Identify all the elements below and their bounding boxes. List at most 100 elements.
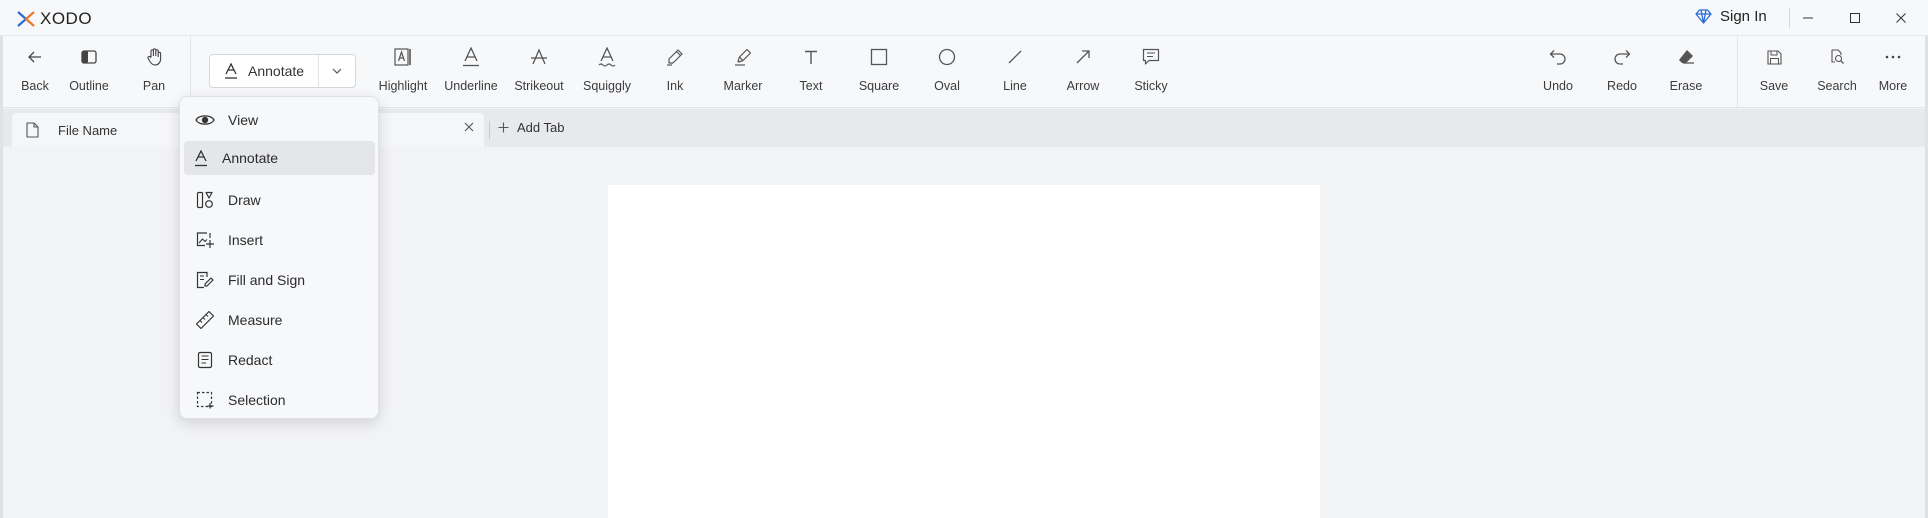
square-icon — [870, 48, 888, 66]
text-icon — [805, 50, 817, 64]
menu-item-label: Measure — [228, 312, 283, 328]
menu-item-annotate[interactable]: Annotate — [184, 141, 375, 175]
mode-select-caret[interactable] — [319, 55, 355, 87]
maximize-button[interactable] — [1837, 6, 1873, 30]
menu-item-label: Draw — [228, 192, 261, 208]
outline-label: Outline — [69, 79, 109, 93]
undo-label: Undo — [1543, 79, 1573, 93]
erase-button[interactable]: Erase — [1664, 36, 1708, 108]
underline-label: Underline — [444, 79, 498, 93]
search-icon — [1831, 49, 1844, 64]
insert-image-icon — [196, 232, 214, 248]
arrow-icon — [1076, 50, 1090, 64]
sign-in-label: Sign In — [1720, 8, 1767, 25]
search-label: Search — [1817, 79, 1857, 93]
marker-label: Marker — [723, 79, 763, 93]
arrow-tool[interactable]: Arrow — [1056, 36, 1110, 108]
mode-select[interactable]: Annotate — [209, 54, 356, 88]
outline-panel-icon — [81, 50, 97, 64]
line-tool[interactable]: Line — [988, 36, 1042, 108]
hand-icon — [147, 48, 162, 66]
maximize-icon — [1850, 13, 1860, 23]
redo-button[interactable]: Redo — [1600, 36, 1644, 108]
ink-tool[interactable]: Ink — [648, 36, 702, 108]
redact-icon — [197, 351, 213, 369]
menu-item-insert[interactable]: Insert — [184, 223, 375, 257]
highlight-tool[interactable]: Highlight — [376, 36, 430, 108]
add-tab-button[interactable]: Add Tab — [498, 120, 564, 135]
draw-shapes-icon — [196, 191, 213, 209]
close-window-button[interactable] — [1883, 6, 1919, 30]
add-tab-label: Add Tab — [517, 120, 565, 135]
highlight-icon — [394, 48, 411, 66]
arrow-label: Arrow — [1066, 79, 1100, 93]
menu-item-fill-and-sign[interactable]: Fill and Sign — [184, 263, 375, 297]
pan-label: Pan — [142, 79, 166, 93]
sticky-note-icon — [1142, 48, 1160, 65]
menu-item-selection[interactable]: Selection — [184, 383, 375, 417]
squiggly-icon — [598, 47, 616, 67]
eraser-icon — [1679, 50, 1694, 64]
tab-separator — [489, 121, 490, 139]
outline-button[interactable]: Outline — [66, 36, 112, 108]
menu-item-label: Annotate — [222, 150, 279, 166]
save-button[interactable]: Save — [1754, 36, 1794, 108]
diamond-icon — [1695, 9, 1712, 24]
menu-item-label: Selection — [228, 392, 286, 408]
marker-tool[interactable]: Marker — [716, 36, 770, 108]
marker-icon — [735, 48, 752, 66]
ruler-icon — [195, 310, 215, 330]
menu-item-view[interactable]: View — [184, 103, 375, 137]
menu-item-redact[interactable]: Redact — [184, 343, 375, 377]
menu-item-measure[interactable]: Measure — [184, 303, 375, 337]
erase-label: Erase — [1669, 79, 1703, 93]
more-icon — [1885, 55, 1901, 59]
text-tool[interactable]: Text — [784, 36, 838, 108]
menu-item-label: View — [228, 112, 259, 128]
plus-icon — [498, 122, 509, 133]
pan-button[interactable]: Pan — [134, 36, 174, 108]
annotate-icon — [195, 149, 207, 166]
search-button[interactable]: Search — [1814, 36, 1860, 108]
oval-tool[interactable]: Oval — [920, 36, 974, 108]
redo-label: Redo — [1607, 79, 1637, 93]
pen-icon — [667, 49, 683, 66]
undo-button[interactable]: Undo — [1536, 36, 1580, 108]
menu-item-label: Insert — [228, 232, 264, 248]
undo-icon — [1549, 50, 1566, 65]
mode-dropdown-menu: View Annotate Draw Insert Fill and Sign … — [179, 96, 379, 419]
close-tab-button[interactable] — [464, 122, 474, 132]
save-icon — [1766, 49, 1782, 65]
mode-select-value[interactable]: Annotate — [210, 55, 319, 87]
line-label: Line — [1003, 79, 1027, 93]
menu-item-draw[interactable]: Draw — [184, 183, 375, 217]
square-tool[interactable]: Square — [852, 36, 906, 108]
save-label: Save — [1759, 79, 1789, 93]
tab-file-name: File Name — [58, 123, 118, 138]
highlight-label: Highlight — [378, 79, 428, 93]
underline-tool[interactable]: Underline — [444, 36, 498, 108]
annotate-icon — [225, 63, 237, 79]
strikeout-icon — [531, 48, 547, 65]
oval-label: Oval — [934, 79, 960, 93]
sticky-tool[interactable]: Sticky — [1124, 36, 1178, 108]
square-label: Square — [858, 79, 900, 93]
squiggly-tool[interactable]: Squiggly — [580, 36, 634, 108]
back-button[interactable]: Back — [14, 36, 56, 108]
fill-sign-icon — [196, 271, 214, 289]
sticky-label: Sticky — [1134, 79, 1168, 93]
underline-icon — [463, 47, 479, 67]
document-page[interactable] — [608, 185, 1320, 518]
more-button[interactable]: More — [1874, 36, 1912, 108]
chevron-down-icon — [332, 68, 342, 74]
menu-item-label: Fill and Sign — [228, 272, 306, 288]
close-icon — [1896, 13, 1906, 23]
file-icon — [26, 122, 39, 138]
sign-in-button[interactable]: Sign In — [1695, 8, 1767, 25]
oval-icon — [938, 48, 956, 66]
minimize-button[interactable] — [1790, 6, 1826, 30]
xodo-logo-icon — [17, 11, 35, 27]
ink-label: Ink — [666, 79, 684, 93]
squiggly-label: Squiggly — [583, 79, 631, 93]
strikeout-tool[interactable]: Strikeout — [512, 36, 566, 108]
